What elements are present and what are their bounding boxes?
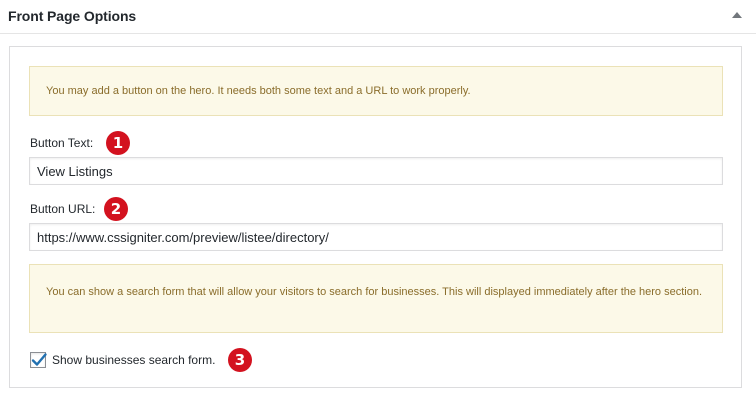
button-url-label: Button URL: [30, 202, 96, 216]
annotation-badge-1: 1 [106, 131, 130, 155]
front-page-options-metabox: Front Page Options You may add a button … [0, 0, 756, 398]
annotation-badge-3: 3 [228, 348, 252, 372]
show-search-option: Show businesses search form. [30, 352, 215, 368]
checkmark-icon [31, 353, 47, 366]
search-info-notice: You can show a search form that will all… [29, 264, 723, 333]
button-url-input[interactable] [29, 223, 723, 251]
metabox-title: Front Page Options [8, 8, 137, 24]
metabox-content: You may add a button on the hero. It nee… [9, 46, 742, 388]
triangle-up-icon[interactable] [732, 12, 742, 18]
annotation-badge-2: 2 [104, 197, 128, 221]
button-text-input[interactable] [29, 157, 723, 185]
show-search-label[interactable]: Show businesses search form. [52, 353, 215, 367]
metabox-header[interactable]: Front Page Options [0, 0, 756, 34]
button-text-label: Button Text: [30, 136, 94, 150]
button-info-notice: You may add a button on the hero. It nee… [29, 66, 723, 116]
show-search-checkbox[interactable] [30, 352, 47, 368]
